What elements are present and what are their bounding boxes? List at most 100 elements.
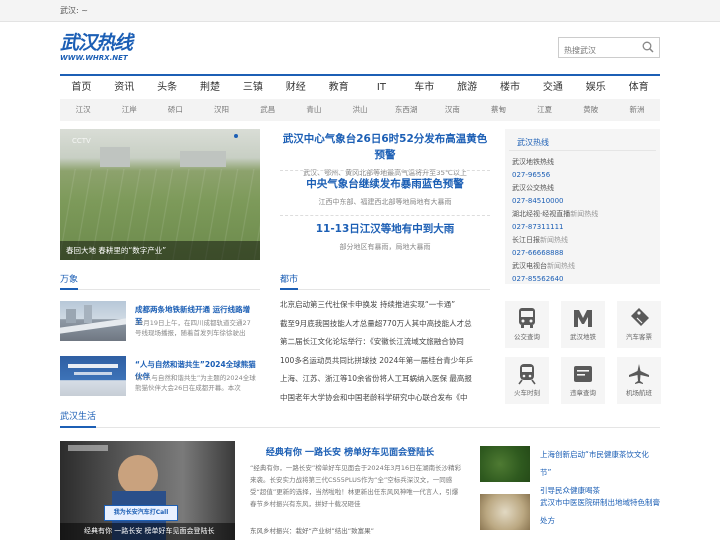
service-label: 武汉地铁 [570, 333, 596, 341]
nav-item-entertainment[interactable]: 娱乐 [574, 76, 617, 100]
divider [280, 215, 490, 216]
section-divider [280, 289, 490, 290]
headline-title[interactable]: 武汉中心气象台26日6时52分发布高温黄色预警 [280, 131, 490, 163]
section-divider [60, 289, 260, 290]
service-metro[interactable]: 武汉地铁 [561, 301, 605, 348]
section-marker [60, 288, 78, 290]
train-icon [518, 364, 536, 385]
district-qiaokou[interactable]: 硚口 [152, 99, 198, 121]
location-text: 武汉: ~ [60, 6, 88, 15]
life-article-title[interactable]: 经典有你 一路长安 榜单好车见面会登陆长 [240, 445, 460, 458]
nav-item-home[interactable]: 首页 [60, 76, 103, 100]
nav-item-headlines[interactable]: 头条 [146, 76, 189, 100]
nav-item-it[interactable]: IT [360, 76, 403, 100]
hotline-phone[interactable]: 027-85562640 [505, 273, 660, 286]
hotline-row: 长江日报新闻热线 [505, 234, 660, 247]
section-title-wanxiang[interactable]: 万象 [60, 273, 78, 287]
nav-item-finance[interactable]: 财经 [274, 76, 317, 100]
district-huangpi[interactable]: 黄陂 [568, 99, 614, 121]
headline-summary: 江西中东部、福建西北部等地局地有大暴雨 [318, 198, 452, 206]
service-label: 汽车客票 [626, 333, 652, 341]
section-title-dushi[interactable]: 都市 [280, 273, 298, 287]
district-caidian[interactable]: 蔡甸 [475, 99, 521, 121]
side-news-title-cont[interactable]: 处方 [540, 512, 660, 530]
side-news-thumbnail[interactable] [480, 446, 530, 482]
news-summary: 以“人与自然和谐共生”为主题的2024全球熊猫伙伴大会26日在成都开幕。本次 [135, 374, 256, 392]
list-item[interactable]: 北京启动第三代社保卡申换发 持续推进实现“一卡通” [280, 296, 490, 315]
side-news-title[interactable]: 武汉市中医医院研制出地域特色制膏 [540, 494, 660, 512]
hero-caption[interactable]: 春回大地 春耕里的“数字产业” [60, 241, 260, 260]
promo-sign: 我为长安汽车打Call [104, 505, 178, 521]
hotline-suffix: 新闻热线 [547, 262, 575, 270]
thumb-banner [68, 364, 118, 368]
hotline-suffix: 新闻热线 [540, 236, 568, 244]
list-item[interactable]: 中国老年大学协会和中国老龄科学研究中心联合发布《中 [280, 389, 490, 408]
side-news-item[interactable]: 武汉市中医医院研制出地域特色制膏 处方 [540, 494, 660, 530]
headline-item[interactable]: 武汉中心气象台26日6时52分发布高温黄色预警 武汉、鄂州、黄冈北部等地最高气温… [280, 131, 490, 180]
nav-item-education[interactable]: 教育 [317, 76, 360, 100]
district-dongxihu[interactable]: 东西湖 [383, 99, 429, 121]
nav-item-travel[interactable]: 旅游 [446, 76, 489, 100]
carousel-indicator[interactable] [234, 134, 238, 138]
service-train[interactable]: 火车时刻 [505, 357, 549, 404]
headline-title[interactable]: 中央气象台继续发布暴雨蓝色预警 [280, 176, 490, 192]
logo-url: WWW.WHRX.NET [60, 54, 128, 62]
side-news-thumbnail[interactable] [480, 494, 530, 530]
side-news-title[interactable]: 上海创新启动“市民健康茶饮文化节” [540, 446, 660, 482]
list-item[interactable]: 截至9月底我国技能人才总量超770万人其中高技能人才总 [280, 315, 490, 334]
service-violation[interactable]: 违章查询 [561, 357, 605, 404]
life-feature-image[interactable]: 我为长安汽车打Call 经典有你 一路长安 榜单好车见面会登陆长 [60, 441, 235, 540]
hotline-suffix: 新闻热线 [570, 210, 599, 218]
district-jiangxia[interactable]: 江夏 [522, 99, 568, 121]
service-ticket[interactable]: 汽车客票 [617, 301, 661, 348]
hotline-phone[interactable]: 027-66668888 [505, 247, 660, 260]
district-jianghan[interactable]: 江汉 [60, 99, 106, 121]
list-item[interactable]: 第二届长江文化论坛举行：《安徽长江流域文旅融合协同 [280, 333, 490, 352]
service-label: 机场航班 [626, 389, 652, 397]
hotline-phone[interactable]: 027-84510000 [505, 195, 660, 208]
service-bus[interactable]: 公交查询 [505, 301, 549, 348]
hero-building [100, 147, 130, 167]
hero-carousel[interactable]: CCTV 春回大地 春耕里的“数字产业” [60, 129, 260, 260]
hotline-row: 武汉电视台新闻热线 [505, 260, 660, 273]
site-logo[interactable]: 武汉热线 WWW.WHRX.NET [60, 32, 133, 62]
search-input[interactable] [559, 41, 637, 60]
news-summary: 12月19日上午，在四川成都轨道交通27号线现场播报，随着首发列车徐徐驶出 [135, 319, 251, 337]
district-jiangan[interactable]: 江岸 [106, 99, 152, 121]
nav-item-jingchu[interactable]: 荆楚 [189, 76, 232, 100]
nav-item-property[interactable]: 楼市 [489, 76, 532, 100]
hotline-name: 武汉地铁热线 [512, 158, 554, 166]
nav-item-sports[interactable]: 体育 [617, 76, 660, 100]
section-title-life[interactable]: 武汉生活 [60, 410, 96, 424]
image-caption[interactable]: 经典有你 一路长安 榜单好车见面会登陆长 [60, 523, 235, 540]
nav-item-traffic[interactable]: 交通 [531, 76, 574, 100]
nav-item-news[interactable]: 资讯 [103, 76, 146, 100]
news-thumbnail[interactable] [60, 356, 126, 396]
thumb-building [84, 305, 92, 323]
district-hanyang[interactable]: 汉阳 [198, 99, 244, 121]
plane-icon [629, 364, 649, 384]
nav-item-three-towns[interactable]: 三镇 [231, 76, 274, 100]
hotline-phone[interactable]: 027-96556 [505, 169, 660, 182]
hotline-name: 武汉公交热线 [512, 184, 554, 192]
headline-title[interactable]: 11-13日江汉等地有中到大雨 [280, 221, 490, 237]
headline-item[interactable]: 11-13日江汉等地有中到大雨 部分地区有暴雨，局地大暴雨 [280, 221, 490, 254]
hotline-phone[interactable]: 027-87311111 [505, 221, 660, 234]
service-plane[interactable]: 机场航班 [617, 357, 661, 404]
metro-icon [574, 310, 592, 327]
district-hannan[interactable]: 汉南 [429, 99, 475, 121]
district-wuchang[interactable]: 武昌 [245, 99, 291, 121]
life-sub-link[interactable]: 东风乡村振兴：栽好“产业树”结出“致富果” [250, 525, 374, 535]
district-hongshan[interactable]: 洪山 [337, 99, 383, 121]
bus-icon [519, 308, 535, 328]
nav-item-cars[interactable]: 车市 [403, 76, 446, 100]
service-grid: 公交查询 武汉地铁 汽车客票 火车时刻 违章查询 机场航班 [505, 301, 661, 404]
list-item[interactable]: 上海、江苏、浙江等10余省份将人工耳蜗纳入医保 最高报 [280, 370, 490, 389]
list-item[interactable]: 100多名运动员共同比拼球技 2024年第一届桂台青少年乒 [280, 352, 490, 371]
headline-item[interactable]: 中央气象台继续发布暴雨蓝色预警 江西中东部、福建西北部等地局地有大暴雨 [280, 176, 490, 209]
search-icon[interactable] [642, 41, 654, 53]
side-news-item[interactable]: 上海创新启动“市民健康茶饮文化节” 引导民众健康喝茶 [540, 446, 660, 500]
district-qingshan[interactable]: 青山 [291, 99, 337, 121]
news-thumbnail[interactable] [60, 301, 126, 341]
district-xinzhou[interactable]: 新洲 [614, 99, 660, 121]
